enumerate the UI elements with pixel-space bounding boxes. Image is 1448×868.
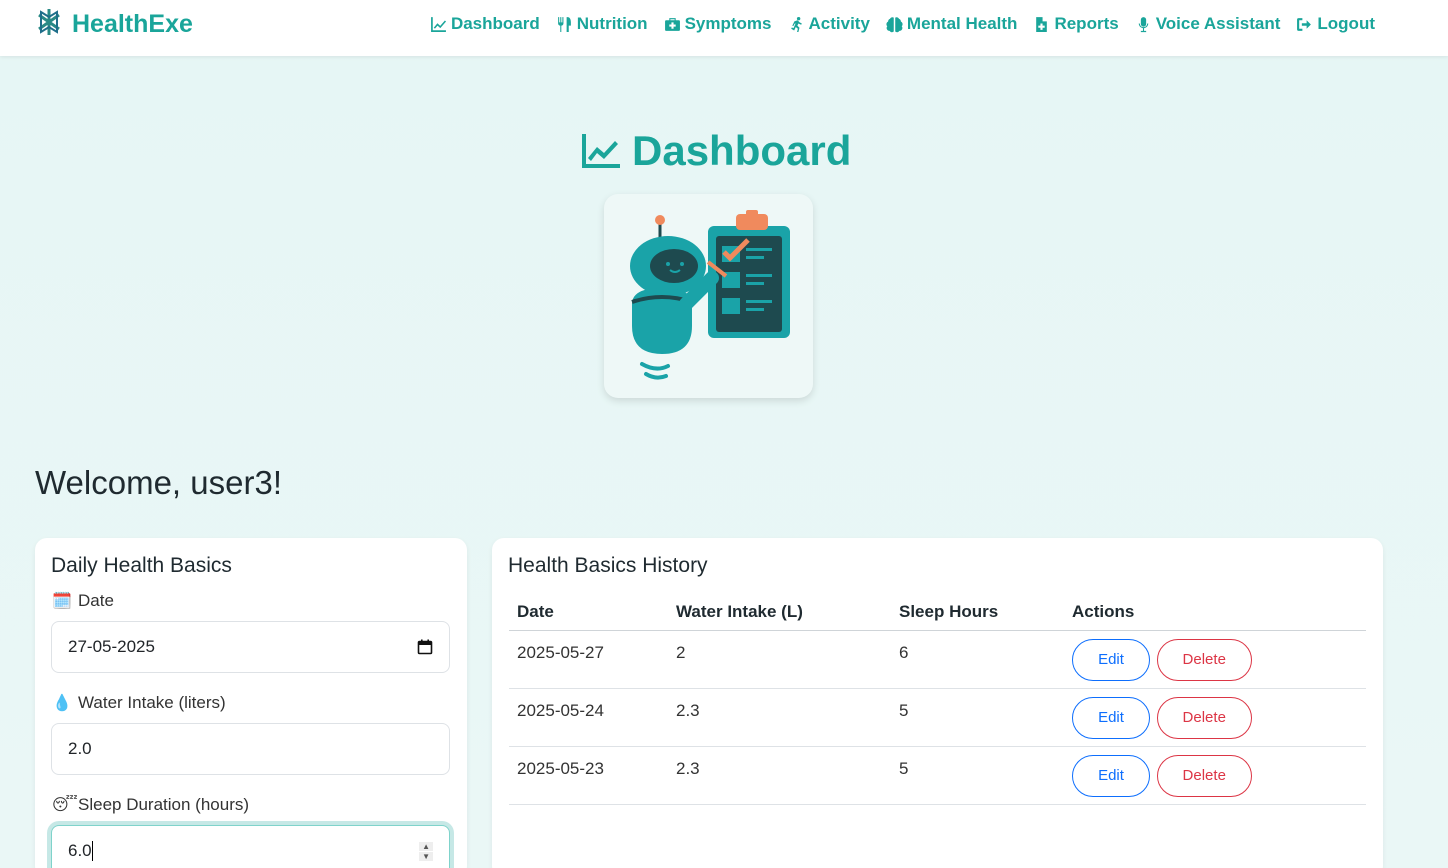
medkit-icon [664, 17, 680, 31]
running-icon [790, 16, 802, 32]
stepper-up-icon[interactable]: ▲ [419, 841, 433, 851]
edit-button[interactable]: Edit [1072, 638, 1150, 681]
nav-label: Mental Health [906, 14, 1018, 33]
cell-water: 2 [668, 630, 891, 689]
number-stepper[interactable]: ▲ ▼ [419, 841, 433, 861]
page-title-text: Dashboard [632, 127, 852, 174]
column-header: Actions [1064, 594, 1366, 631]
cell-actions: Edit Delete [1064, 746, 1366, 805]
nav-label: Symptoms [684, 14, 772, 33]
column-header: Sleep Hours [891, 594, 1064, 631]
water-label: 💧 Water Intake (liters) [52, 693, 226, 713]
nav-dashboard[interactable]: Dashboard [430, 14, 540, 34]
nav-symptoms[interactable]: Symptoms [664, 14, 772, 34]
chart-line-icon [582, 134, 620, 168]
column-header: Date [509, 594, 668, 631]
cell-sleep: 5 [891, 688, 1064, 747]
brand[interactable]: HealthExe [36, 8, 193, 40]
nav-mental-health[interactable]: Mental Health [886, 14, 1018, 34]
stepper-down-icon[interactable]: ▼ [419, 851, 433, 861]
table-row: 2025-05-27 2 6 Edit Delete [509, 630, 1366, 689]
nav-label: Dashboard [450, 14, 540, 33]
nav-reports[interactable]: Reports [1033, 14, 1119, 34]
nav-links: Dashboard Nutrition Symptoms Activity Me… [430, 12, 1375, 36]
brand-logo-icon [36, 7, 62, 42]
cell-sleep: 6 [891, 630, 1064, 689]
date-label: 🗓️ Date [52, 591, 114, 611]
robot-illustration [604, 194, 813, 398]
nav-nutrition[interactable]: Nutrition [556, 14, 648, 34]
cell-date: 2025-05-24 [509, 688, 668, 747]
water-label-text: Water Intake (liters) [78, 693, 226, 712]
date-input[interactable]: 27-05-2025 [51, 621, 450, 673]
navbar: HealthExe Dashboard Nutrition Symptoms A… [0, 0, 1448, 56]
utensils-icon [557, 16, 571, 32]
delete-button[interactable]: Delete [1156, 696, 1252, 739]
nav-label: Activity [808, 14, 870, 33]
edit-button[interactable]: Edit [1072, 754, 1150, 797]
form-title: Daily Health Basics [51, 554, 232, 577]
sign-out-icon [1297, 17, 1312, 31]
microphone-icon [1138, 16, 1148, 32]
nav-voice-assistant[interactable]: Voice Assistant [1135, 14, 1281, 34]
sleeping-face-icon: 😴 [52, 797, 78, 814]
table-row: 2025-05-24 2.3 5 Edit Delete [509, 688, 1366, 747]
nav-label: Logout [1317, 14, 1375, 33]
delete-button[interactable]: Delete [1156, 638, 1252, 681]
cell-date: 2025-05-27 [509, 630, 668, 689]
chart-line-icon [431, 16, 446, 32]
date-label-text: Date [78, 591, 114, 610]
calendar-icon: 🗓️ [52, 593, 72, 610]
nav-label: Nutrition [576, 14, 648, 33]
cell-date: 2025-05-23 [509, 746, 668, 805]
brain-icon [886, 16, 903, 32]
page-title: Dashboard [580, 126, 851, 176]
nav-label: Voice Assistant [1155, 14, 1281, 33]
table-row: 2025-05-23 2.3 5 Edit Delete [509, 746, 1366, 805]
water-input[interactable]: 2.0 [51, 723, 450, 775]
history-table: Date Water Intake (L) Sleep Hours Action… [509, 594, 1366, 805]
file-medical-icon [1036, 16, 1048, 32]
water-drop-icon: 💧 [52, 695, 72, 712]
daily-health-form: Daily Health Basics 🗓️ Date 27-05-2025 💧… [35, 538, 467, 868]
water-value: 2.0 [68, 739, 92, 758]
nav-activity[interactable]: Activity [788, 14, 870, 34]
history-card: Health Basics History Date Water Intake … [492, 538, 1383, 868]
delete-button[interactable]: Delete [1156, 754, 1252, 797]
sleep-label-text: Sleep Duration (hours) [78, 795, 250, 814]
brand-name: HealthExe [72, 9, 193, 38]
sleep-label: 😴 Sleep Duration (hours) [52, 795, 249, 815]
date-value: 27-05-2025 [68, 637, 155, 656]
history-title: Health Basics History [508, 554, 708, 577]
cell-actions: Edit Delete [1064, 688, 1366, 747]
table-header-row: Date Water Intake (L) Sleep Hours Action… [509, 594, 1366, 631]
calendar-picker-icon[interactable] [417, 639, 433, 655]
nav-logout[interactable]: Logout [1296, 14, 1375, 34]
sleep-value: 6.0 [68, 840, 92, 860]
column-header: Water Intake (L) [668, 594, 891, 631]
welcome-heading: Welcome, user3! [35, 464, 282, 501]
cell-actions: Edit Delete [1064, 630, 1366, 689]
nav-label: Reports [1054, 14, 1119, 33]
edit-button[interactable]: Edit [1072, 696, 1150, 739]
cell-water: 2.3 [668, 688, 891, 747]
text-caret [91, 841, 93, 862]
sleep-input[interactable]: 6.0 ▲ ▼ [51, 825, 450, 868]
cell-water: 2.3 [668, 746, 891, 805]
cell-sleep: 5 [891, 746, 1064, 805]
